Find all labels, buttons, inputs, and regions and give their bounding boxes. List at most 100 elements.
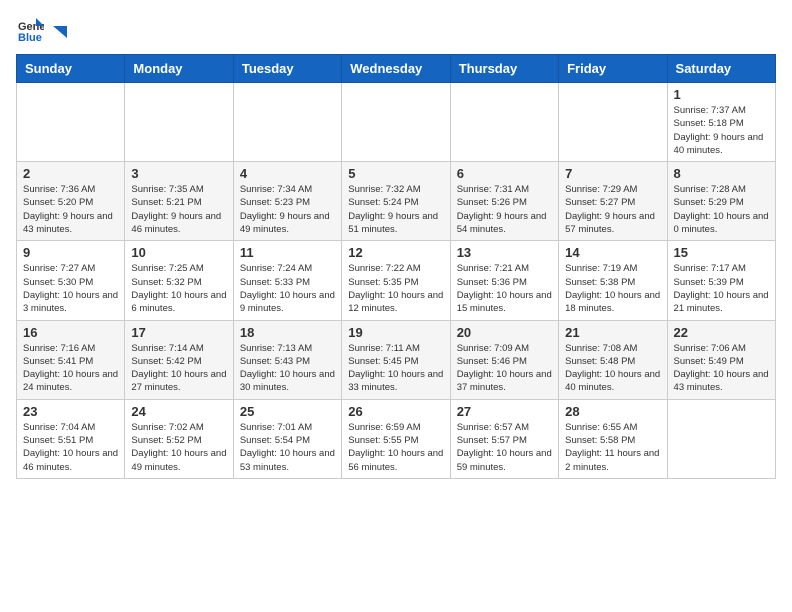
calendar-cell <box>233 83 341 162</box>
day-info: Sunrise: 7:21 AM Sunset: 5:36 PM Dayligh… <box>457 262 552 315</box>
day-info: Sunrise: 7:14 AM Sunset: 5:42 PM Dayligh… <box>131 342 226 395</box>
calendar-header-row: SundayMondayTuesdayWednesdayThursdayFrid… <box>17 55 776 83</box>
day-number: 13 <box>457 245 552 260</box>
calendar-cell: 8 Sunrise: 7:28 AM Sunset: 5:29 PM Daylig… <box>667 162 775 241</box>
day-info: Sunrise: 7:25 AM Sunset: 5:32 PM Dayligh… <box>131 262 226 315</box>
day-number: 10 <box>131 245 226 260</box>
calendar-cell: 26 Sunrise: 6:59 AM Sunset: 5:55 PM Dayli… <box>342 399 450 478</box>
calendar-cell: 4Sunrise: 7:34 AM Sunset: 5:23 PM Daylig… <box>233 162 341 241</box>
day-number: 21 <box>565 325 660 340</box>
day-info: Sunrise: 7:01 AM Sunset: 5:54 PM Dayligh… <box>240 421 335 474</box>
day-info: Sunrise: 7:34 AM Sunset: 5:23 PM Dayligh… <box>240 183 335 236</box>
calendar-cell <box>125 83 233 162</box>
calendar-cell: 13 Sunrise: 7:21 AM Sunset: 5:36 PM Dayli… <box>450 241 558 320</box>
day-number: 8 <box>674 166 769 181</box>
day-info: Sunrise: 7:37 AM Sunset: 5:18 PM Dayligh… <box>674 104 769 157</box>
calendar-cell: 27 Sunrise: 6:57 AM Sunset: 5:57 PM Dayli… <box>450 399 558 478</box>
calendar-table: SundayMondayTuesdayWednesdayThursdayFrid… <box>16 54 776 479</box>
calendar-cell: 17 Sunrise: 7:14 AM Sunset: 5:42 PM Dayli… <box>125 320 233 399</box>
day-number: 18 <box>240 325 335 340</box>
logo-icon: General Blue <box>16 16 44 44</box>
calendar-cell: 9 Sunrise: 7:27 AM Sunset: 5:30 PM Daylig… <box>17 241 125 320</box>
logo: General Blue <box>16 16 68 44</box>
day-number: 23 <box>23 404 118 419</box>
calendar-cell: 18 Sunrise: 7:13 AM Sunset: 5:43 PM Dayli… <box>233 320 341 399</box>
calendar-cell <box>17 83 125 162</box>
calendar-cell: 28Sunrise: 6:55 AM Sunset: 5:58 PM Dayli… <box>559 399 667 478</box>
day-number: 22 <box>674 325 769 340</box>
day-info: Sunrise: 7:11 AM Sunset: 5:45 PM Dayligh… <box>348 342 443 395</box>
calendar-cell: 3Sunrise: 7:35 AM Sunset: 5:21 PM Daylig… <box>125 162 233 241</box>
day-info: Sunrise: 7:31 AM Sunset: 5:26 PM Dayligh… <box>457 183 552 236</box>
calendar-cell: 1 Sunrise: 7:37 AM Sunset: 5:18 PM Daylig… <box>667 83 775 162</box>
day-info: Sunrise: 7:08 AM Sunset: 5:48 PM Dayligh… <box>565 342 660 395</box>
column-header-tuesday: Tuesday <box>233 55 341 83</box>
day-number: 16 <box>23 325 118 340</box>
day-number: 15 <box>674 245 769 260</box>
day-number: 26 <box>348 404 443 419</box>
column-header-thursday: Thursday <box>450 55 558 83</box>
calendar-cell: 16 Sunrise: 7:16 AM Sunset: 5:41 PM Dayli… <box>17 320 125 399</box>
day-number: 12 <box>348 245 443 260</box>
calendar-cell: 22 Sunrise: 7:06 AM Sunset: 5:49 PM Dayli… <box>667 320 775 399</box>
calendar-cell: 24 Sunrise: 7:02 AM Sunset: 5:52 PM Dayli… <box>125 399 233 478</box>
day-info: Sunrise: 7:28 AM Sunset: 5:29 PM Dayligh… <box>674 183 769 236</box>
day-info: Sunrise: 7:36 AM Sunset: 5:20 PM Dayligh… <box>23 183 118 236</box>
day-info: Sunrise: 7:16 AM Sunset: 5:41 PM Dayligh… <box>23 342 118 395</box>
calendar-cell: 23 Sunrise: 7:04 AM Sunset: 5:51 PM Dayli… <box>17 399 125 478</box>
day-info: Sunrise: 7:17 AM Sunset: 5:39 PM Dayligh… <box>674 262 769 315</box>
day-info: Sunrise: 7:29 AM Sunset: 5:27 PM Dayligh… <box>565 183 660 236</box>
calendar-cell: 21 Sunrise: 7:08 AM Sunset: 5:48 PM Dayli… <box>559 320 667 399</box>
calendar-cell: 6Sunrise: 7:31 AM Sunset: 5:26 PM Daylig… <box>450 162 558 241</box>
day-number: 9 <box>23 245 118 260</box>
column-header-wednesday: Wednesday <box>342 55 450 83</box>
calendar-week-5: 23 Sunrise: 7:04 AM Sunset: 5:51 PM Dayli… <box>17 399 776 478</box>
day-info: Sunrise: 7:09 AM Sunset: 5:46 PM Dayligh… <box>457 342 552 395</box>
day-number: 19 <box>348 325 443 340</box>
calendar-week-1: 1 Sunrise: 7:37 AM Sunset: 5:18 PM Daylig… <box>17 83 776 162</box>
calendar-cell: 20 Sunrise: 7:09 AM Sunset: 5:46 PM Dayli… <box>450 320 558 399</box>
day-number: 3 <box>131 166 226 181</box>
day-number: 28 <box>565 404 660 419</box>
day-number: 7 <box>565 166 660 181</box>
day-info: Sunrise: 6:59 AM Sunset: 5:55 PM Dayligh… <box>348 421 443 474</box>
day-number: 25 <box>240 404 335 419</box>
day-number: 27 <box>457 404 552 419</box>
day-info: Sunrise: 7:32 AM Sunset: 5:24 PM Dayligh… <box>348 183 443 236</box>
day-info: Sunrise: 7:22 AM Sunset: 5:35 PM Dayligh… <box>348 262 443 315</box>
day-number: 2 <box>23 166 118 181</box>
calendar-cell: 7 Sunrise: 7:29 AM Sunset: 5:27 PM Daylig… <box>559 162 667 241</box>
svg-text:Blue: Blue <box>18 32 42 44</box>
day-info: Sunrise: 7:06 AM Sunset: 5:49 PM Dayligh… <box>674 342 769 395</box>
day-info: Sunrise: 7:04 AM Sunset: 5:51 PM Dayligh… <box>23 421 118 474</box>
day-number: 14 <box>565 245 660 260</box>
day-number: 5 <box>348 166 443 181</box>
logo-triangle-icon <box>49 24 67 42</box>
calendar-cell <box>342 83 450 162</box>
column-header-sunday: Sunday <box>17 55 125 83</box>
day-info: Sunrise: 7:19 AM Sunset: 5:38 PM Dayligh… <box>565 262 660 315</box>
day-number: 1 <box>674 87 769 102</box>
calendar-week-3: 9 Sunrise: 7:27 AM Sunset: 5:30 PM Daylig… <box>17 241 776 320</box>
calendar-cell: 12 Sunrise: 7:22 AM Sunset: 5:35 PM Dayli… <box>342 241 450 320</box>
calendar-week-2: 2 Sunrise: 7:36 AM Sunset: 5:20 PM Daylig… <box>17 162 776 241</box>
day-number: 24 <box>131 404 226 419</box>
column-header-saturday: Saturday <box>667 55 775 83</box>
calendar-cell: 11Sunrise: 7:24 AM Sunset: 5:33 PM Dayli… <box>233 241 341 320</box>
calendar-cell <box>667 399 775 478</box>
day-number: 17 <box>131 325 226 340</box>
day-info: Sunrise: 7:02 AM Sunset: 5:52 PM Dayligh… <box>131 421 226 474</box>
column-header-friday: Friday <box>559 55 667 83</box>
calendar-cell: 2 Sunrise: 7:36 AM Sunset: 5:20 PM Daylig… <box>17 162 125 241</box>
page-header: General Blue <box>16 16 776 44</box>
day-number: 20 <box>457 325 552 340</box>
calendar-cell: 19 Sunrise: 7:11 AM Sunset: 5:45 PM Dayli… <box>342 320 450 399</box>
day-info: Sunrise: 7:13 AM Sunset: 5:43 PM Dayligh… <box>240 342 335 395</box>
day-info: Sunrise: 6:57 AM Sunset: 5:57 PM Dayligh… <box>457 421 552 474</box>
calendar-cell: 15 Sunrise: 7:17 AM Sunset: 5:39 PM Dayli… <box>667 241 775 320</box>
day-info: Sunrise: 7:27 AM Sunset: 5:30 PM Dayligh… <box>23 262 118 315</box>
calendar-cell: 5 Sunrise: 7:32 AM Sunset: 5:24 PM Daylig… <box>342 162 450 241</box>
day-info: Sunrise: 7:24 AM Sunset: 5:33 PM Dayligh… <box>240 262 335 315</box>
calendar-week-4: 16 Sunrise: 7:16 AM Sunset: 5:41 PM Dayli… <box>17 320 776 399</box>
column-header-monday: Monday <box>125 55 233 83</box>
